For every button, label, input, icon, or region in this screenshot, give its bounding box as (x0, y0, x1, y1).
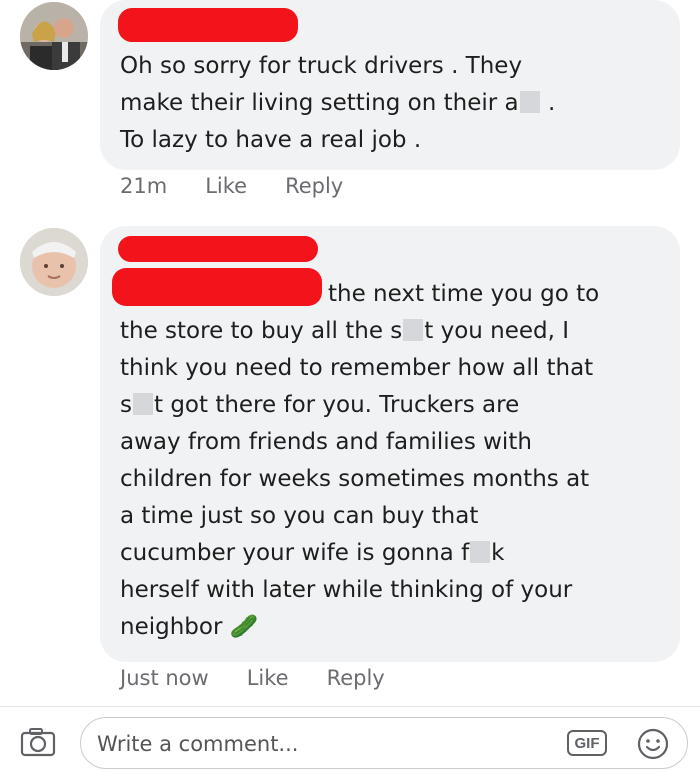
reply-button[interactable]: Reply (327, 666, 385, 690)
comment-input-box[interactable]: GIF (80, 717, 688, 769)
redacted-name (118, 236, 318, 262)
redacted-name (118, 8, 298, 42)
comment-2: the next time you go to the store to buy… (0, 226, 700, 706)
redacted-mention (112, 268, 322, 306)
like-button[interactable]: Like (247, 666, 289, 690)
comment-composer: GIF (0, 706, 700, 775)
comment-time: Just now (120, 666, 209, 690)
comment-time: 21m (120, 174, 168, 198)
avatar[interactable] (20, 228, 88, 296)
comment-text: the store to buy all the st you need, I … (120, 318, 594, 640)
censor-mark (132, 393, 153, 415)
gif-button[interactable]: GIF (567, 730, 607, 756)
cucumber-emoji: 🥒 (229, 614, 259, 640)
censor-mark (519, 91, 540, 113)
like-button[interactable]: Like (205, 174, 247, 198)
comment-meta: Just now Like Reply (120, 666, 385, 690)
comment-bubble: the next time you go to the store to buy… (100, 226, 680, 662)
censor-mark (470, 541, 491, 563)
emoji-icon[interactable] (637, 728, 669, 760)
camera-icon[interactable] (20, 727, 56, 757)
comment-input[interactable] (95, 724, 539, 764)
reply-button[interactable]: Reply (285, 174, 343, 198)
comment-1: Oh so sorry for truck drivers . They mak… (0, 0, 700, 210)
censor-mark (403, 319, 424, 341)
comment-meta: 21m Like Reply (120, 174, 343, 198)
comment-text: Oh so sorry for truck drivers . They mak… (120, 53, 556, 153)
comment-bubble: Oh so sorry for truck drivers . They mak… (100, 0, 680, 170)
avatar[interactable] (20, 2, 88, 70)
comment-line-1: the next time you go to (328, 281, 600, 307)
